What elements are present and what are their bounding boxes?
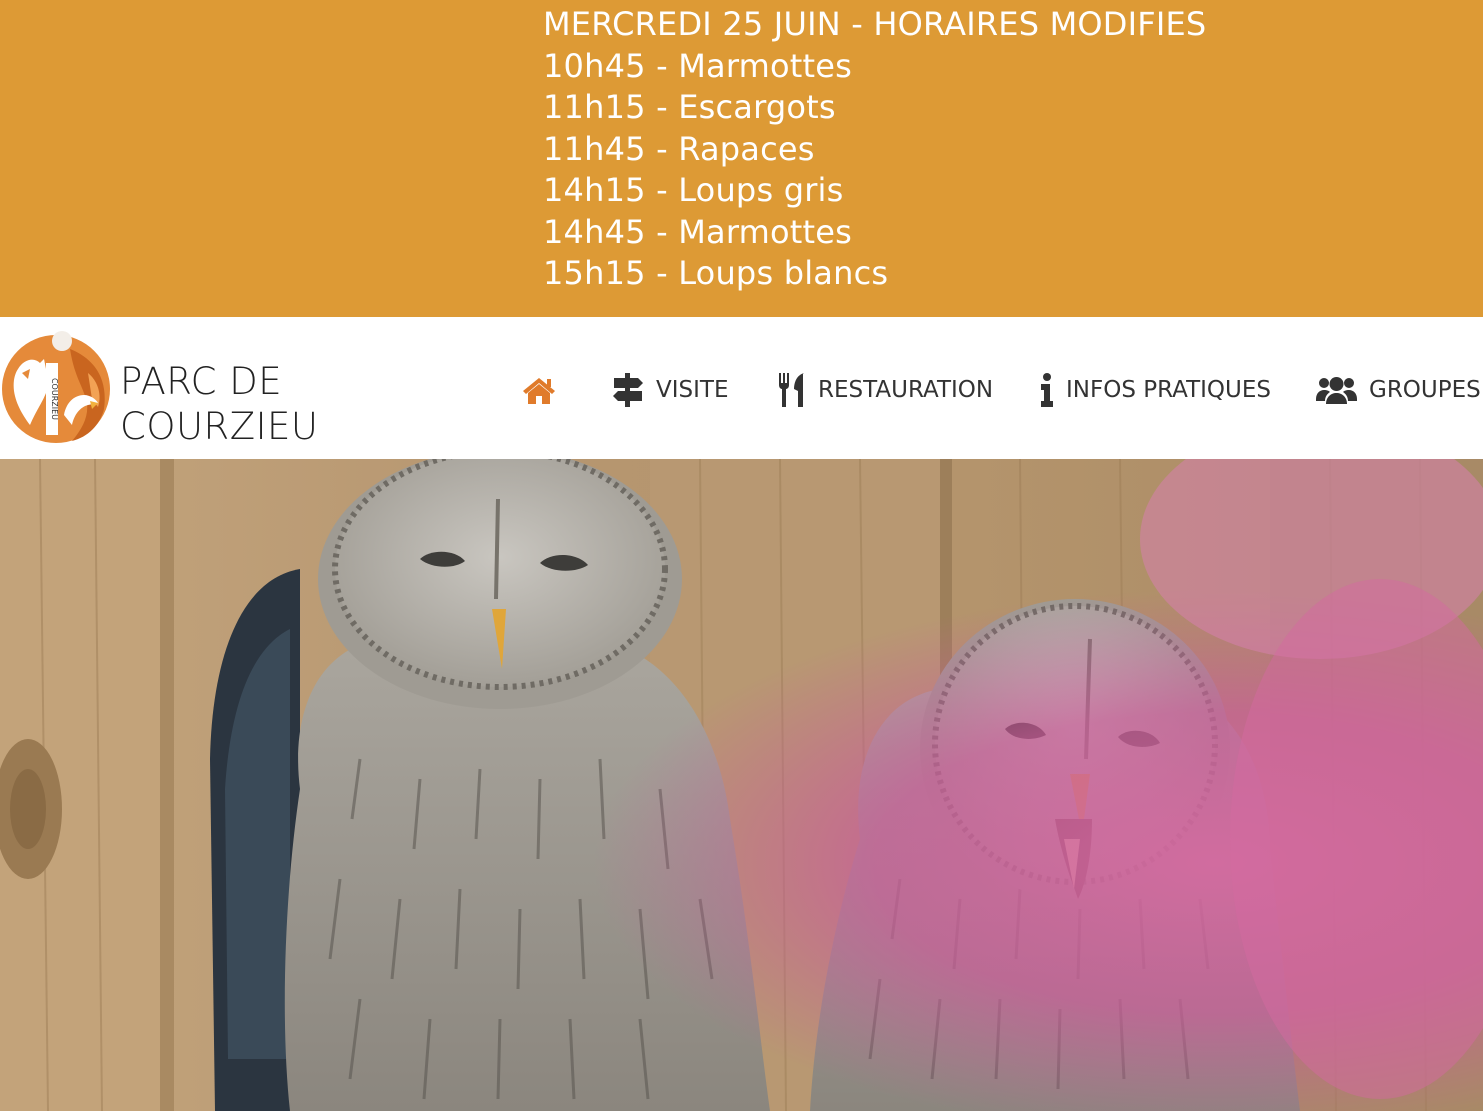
schedule-line: 11h45 - Rapaces [543, 129, 815, 168]
utensils-icon [779, 373, 804, 407]
schedule-line: 14h15 - Loups gris [543, 171, 844, 209]
nav-groupes[interactable]: GROUPES [1316, 373, 1481, 407]
nav-home[interactable] [521, 373, 569, 407]
owls-photo [0, 459, 1483, 1111]
schedule-list: MERCREDI 25 JUIN - HORAIRES MODIFIES 10h… [543, 4, 1206, 295]
site-header: COURZIEU PARC DE COURZIEU VISITE RESTAUR… [0, 317, 1483, 459]
info-icon [1041, 373, 1053, 407]
home-icon [523, 378, 555, 404]
users-icon [1316, 377, 1357, 404]
signpost-icon [613, 373, 643, 407]
hero-image [0, 459, 1483, 1111]
schedule-heading: MERCREDI 25 JUIN - HORAIRES MODIFIES [543, 5, 1207, 43]
nav-visite[interactable]: VISITE [612, 373, 728, 407]
nav-restauration[interactable]: RESTAURATION [778, 373, 993, 407]
schedule-banner: MERCREDI 25 JUIN - HORAIRES MODIFIES 10h… [0, 0, 1483, 317]
nav-infos-pratiques-label: INFOS PRATIQUES [1066, 377, 1272, 403]
nav-infos-pratiques[interactable]: INFOS PRATIQUES [1040, 373, 1271, 407]
schedule-line: 14h45 - Marmottes [543, 212, 853, 251]
nav-restauration-label: RESTAURATION [818, 377, 994, 403]
schedule-line: 15h15 - Loups blancs [543, 254, 889, 292]
schedule-line: 10h45 - Marmottes [543, 46, 853, 85]
nav-groupes-label: GROUPES [1369, 377, 1481, 403]
schedule-line: 11h15 - Escargots [543, 88, 836, 126]
nav-visite-label: VISITE [656, 377, 729, 403]
main-nav: VISITE RESTAURATION INFOS PRATIQUES GROU… [0, 317, 1483, 459]
